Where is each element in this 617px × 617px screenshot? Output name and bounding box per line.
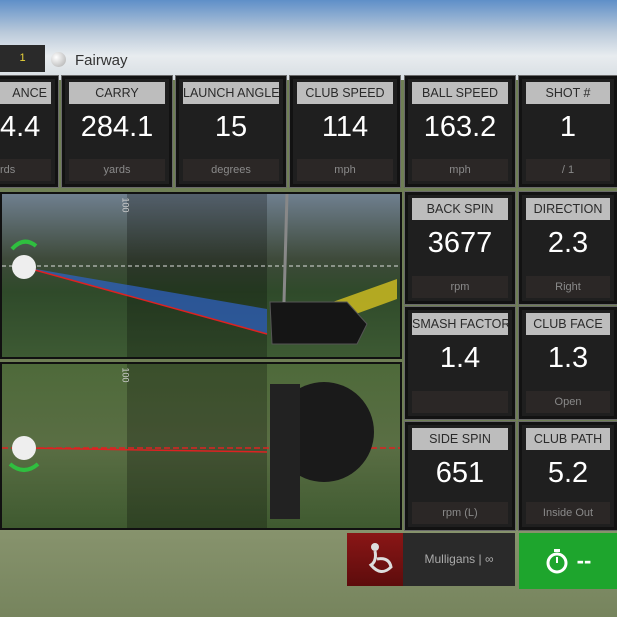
tile-launch-angle: LAUNCH ANGLE 15 degrees	[175, 75, 287, 188]
side-view-trajectory	[2, 194, 400, 357]
tile-carry: CARRY 284.1 yards	[61, 75, 173, 188]
tile-label: CLUB PATH	[526, 428, 610, 450]
tile-unit: yards	[69, 159, 165, 181]
tile-label: CLUB FACE	[526, 313, 610, 335]
distance-marker: 100	[120, 197, 131, 213]
tile-side-spin: SIDE SPIN 651 rpm (L)	[404, 421, 516, 531]
timer-button[interactable]: --	[519, 533, 617, 589]
tile-label: CARRY	[69, 82, 165, 104]
tile-unit: Right	[526, 276, 610, 298]
tile-distance: ANCE 4.4 rds	[0, 75, 59, 188]
tile-label: SIDE SPIN	[412, 428, 508, 450]
tile-unit	[412, 391, 508, 413]
top-view-panel: 100	[0, 362, 402, 530]
tile-unit: / 1	[526, 159, 610, 181]
tile-unit: Inside Out	[526, 502, 610, 524]
top-view-trajectory	[2, 364, 400, 528]
tile-value: 114	[321, 111, 369, 143]
mulligan-icon	[368, 543, 393, 573]
tile-unit: degrees	[183, 159, 279, 181]
tile-shot-number: SHOT # 1 / 1	[518, 75, 617, 188]
tile-direction: DIRECTION 2.3 Right	[518, 191, 617, 305]
tile-label: SHOT #	[526, 82, 610, 104]
tile-value: 651	[435, 457, 485, 489]
tile-label: SMASH FACTOR	[412, 313, 508, 335]
tile-unit: rpm	[412, 276, 508, 298]
tile-value: 1	[559, 111, 577, 143]
golf-ball-icon	[51, 52, 66, 67]
stopwatch-icon	[546, 549, 568, 574]
tile-label: LAUNCH ANGLE	[183, 82, 279, 104]
timer-value: --	[576, 548, 592, 573]
tile-label: BALL SPEED	[412, 82, 508, 104]
tile-value: 3677	[427, 227, 493, 259]
tile-unit: mph	[297, 159, 393, 181]
tile-value: 15	[214, 111, 248, 143]
tile-value: 1.3	[547, 342, 589, 374]
tile-value: 5.2	[547, 457, 589, 489]
tile-value: 284.1	[80, 111, 154, 143]
tile-value: 1.4	[439, 342, 481, 374]
tile-label: ANCE	[0, 82, 51, 104]
tile-back-spin: BACK SPIN 3677 rpm	[404, 191, 516, 305]
tile-club-face: CLUB FACE 1.3 Open	[518, 306, 617, 420]
tile-value: 4.4	[0, 111, 41, 143]
tile-unit: rpm (L)	[412, 502, 508, 524]
tile-value: 2.3	[547, 227, 589, 259]
tile-unit: Open	[526, 391, 610, 413]
side-view-panel: 100	[0, 192, 402, 359]
lie-label: Fairway	[75, 52, 128, 69]
tile-unit: mph	[412, 159, 508, 181]
tile-club-speed: CLUB SPEED 114 mph	[289, 75, 401, 188]
mulligan-button[interactable]	[347, 533, 403, 586]
tile-ball-speed: BALL SPEED 163.2 mph	[404, 75, 516, 188]
tile-label: DIRECTION	[526, 198, 610, 220]
tile-unit: rds	[0, 159, 51, 181]
tile-smash-factor: SMASH FACTOR 1.4	[404, 306, 516, 420]
tile-club-path: CLUB PATH 5.2 Inside Out	[518, 421, 617, 531]
hole-number: 1	[0, 45, 45, 72]
tile-value: 163.2	[423, 111, 497, 143]
mulligans-counter: Mulligans | ∞	[403, 533, 515, 586]
tile-label: BACK SPIN	[412, 198, 508, 220]
distance-marker: 100	[120, 367, 131, 383]
tile-label: CLUB SPEED	[297, 82, 393, 104]
